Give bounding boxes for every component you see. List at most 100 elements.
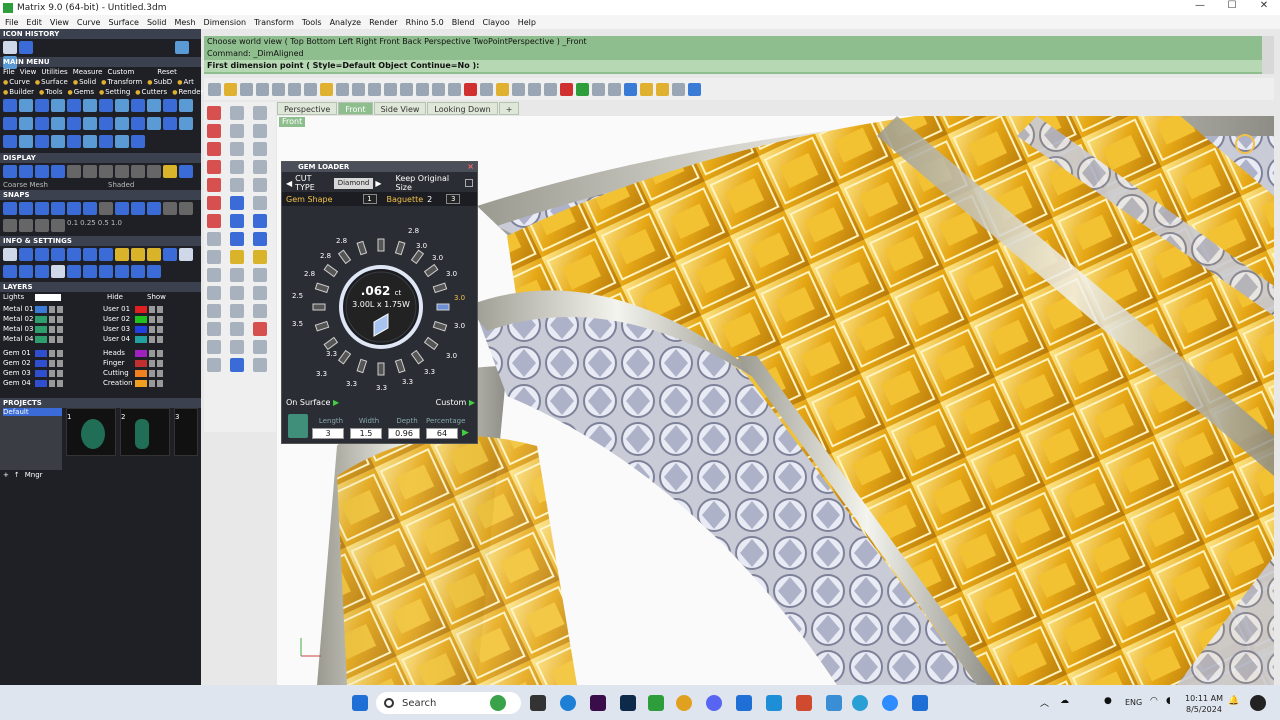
discord-icon[interactable]	[706, 695, 722, 711]
cat-tools[interactable]: Tools	[39, 88, 62, 96]
add-tab-button[interactable]: +	[498, 102, 520, 115]
shape-num-b[interactable]: 3	[446, 194, 461, 204]
tool-icon[interactable]	[253, 196, 267, 210]
snap-icon[interactable]	[163, 202, 177, 215]
info-icon[interactable]	[35, 248, 49, 261]
tool-icon[interactable]	[640, 82, 653, 96]
menu-blend[interactable]: Blend	[452, 18, 475, 27]
menu-clayoo[interactable]: Clayoo	[482, 18, 509, 27]
sphere-icon[interactable]	[608, 82, 621, 96]
tool-icon[interactable]	[207, 142, 221, 156]
dial-tick[interactable]	[314, 320, 330, 332]
layer-visible-icon[interactable]	[157, 315, 163, 323]
tool-icon[interactable]	[464, 82, 477, 96]
next-icon[interactable]: ▶	[375, 179, 381, 188]
layer-lock-icon[interactable]	[49, 305, 55, 313]
layer-visible-icon[interactable]	[57, 379, 63, 387]
dial-label[interactable]: 3.3	[402, 378, 413, 386]
snap-icon[interactable]	[3, 219, 17, 232]
dial-tick[interactable]	[394, 358, 406, 374]
windows-start-icon[interactable]	[352, 695, 368, 711]
tool-icon[interactable]	[99, 135, 113, 148]
dial-label[interactable]: 3.3	[424, 368, 435, 376]
info-icon[interactable]	[163, 248, 177, 261]
display-icon[interactable]	[3, 165, 17, 178]
layer-color[interactable]	[135, 335, 147, 343]
layer-visible-icon[interactable]	[157, 305, 163, 313]
layer-lock-icon[interactable]	[149, 335, 155, 343]
sphere-icon[interactable]	[592, 82, 605, 96]
zoom-extents-icon[interactable]	[416, 82, 429, 96]
chrome-icon[interactable]	[676, 695, 692, 711]
tool-icon[interactable]	[3, 117, 17, 130]
tool-icon[interactable]	[230, 358, 244, 372]
viewport-label[interactable]: Front	[279, 117, 306, 127]
tool-icon[interactable]	[163, 117, 177, 130]
info-icon[interactable]	[131, 248, 145, 261]
tab-looking-down[interactable]: Looking Down	[427, 102, 498, 115]
info-icon[interactable]	[83, 248, 97, 261]
layer-color[interactable]	[135, 359, 147, 367]
layer-color[interactable]	[35, 305, 47, 313]
app-icon[interactable]	[912, 695, 928, 711]
tool-icon[interactable]	[207, 322, 221, 336]
project-default[interactable]: Default	[3, 408, 62, 416]
tool-icon[interactable]	[253, 268, 267, 282]
dial-tick[interactable]	[410, 249, 425, 265]
tab-side-view[interactable]: Side View	[373, 102, 427, 115]
cat-gems[interactable]: Gems	[68, 88, 94, 96]
tool-icon[interactable]	[51, 135, 65, 148]
tool-icon[interactable]	[19, 117, 33, 130]
clock[interactable]: 10:11 AM 8/5/2024	[1185, 693, 1223, 715]
text-icon[interactable]	[230, 304, 244, 318]
layer-visible-icon[interactable]	[57, 335, 63, 343]
menu-surface[interactable]: Surface	[108, 18, 138, 27]
cat-builder[interactable]: Builder	[3, 88, 34, 96]
tool-icon[interactable]	[230, 268, 244, 282]
zoom-window-icon[interactable]	[400, 82, 413, 96]
menu-help[interactable]: Help	[518, 18, 536, 27]
menu-mesh[interactable]: Mesh	[174, 18, 195, 27]
cat-setting[interactable]: Setting	[99, 88, 130, 96]
info-icon[interactable]	[99, 248, 113, 261]
clipboard-icon[interactable]	[320, 82, 333, 96]
tool-icon[interactable]	[19, 99, 33, 112]
snap-icon[interactable]	[19, 219, 33, 232]
layer-lock-icon[interactable]	[49, 335, 55, 343]
command-scrollbar[interactable]	[1262, 36, 1274, 74]
tool-icon[interactable]	[253, 250, 267, 264]
cloud-icon[interactable]: ☁	[1060, 696, 1069, 706]
prev-icon[interactable]: ◀	[286, 179, 292, 188]
dial-label[interactable]: 3.0	[454, 322, 465, 330]
tool-icon[interactable]	[147, 99, 161, 112]
layer-visible-icon[interactable]	[57, 325, 63, 333]
volume-icon[interactable]: ◖	[1166, 696, 1171, 706]
tool-icon[interactable]	[207, 196, 221, 210]
display-icon[interactable]	[67, 165, 81, 178]
curve-icon[interactable]	[230, 160, 244, 174]
layer-visible-icon[interactable]	[157, 349, 163, 357]
tool-icon[interactable]	[99, 117, 113, 130]
snap-icon[interactable]	[115, 202, 129, 215]
layer-row[interactable]: Gem 03	[0, 368, 100, 378]
project-thumb[interactable]: 2	[120, 408, 170, 456]
layer-row[interactable]: Gem 01	[0, 348, 100, 358]
tool-icon[interactable]	[207, 250, 221, 264]
tool-icon[interactable]	[253, 340, 267, 354]
cut-type-value[interactable]: Diamond	[333, 177, 374, 189]
layer-row[interactable]: Metal 02	[0, 314, 100, 324]
layer-row[interactable]: Heads	[100, 348, 200, 358]
menu-curve[interactable]: Curve	[77, 18, 101, 27]
tool-icon[interactable]	[3, 99, 17, 112]
layer-row[interactable]: Creation	[100, 378, 200, 388]
solid-icon[interactable]	[230, 214, 244, 228]
copy-icon[interactable]	[272, 82, 285, 96]
cat-render[interactable]: Render	[172, 88, 203, 96]
layer-color[interactable]	[135, 305, 147, 313]
photoshop-icon[interactable]	[620, 695, 636, 711]
info-icon[interactable]	[19, 248, 33, 261]
dial-tick[interactable]	[432, 320, 448, 332]
snap-icon[interactable]	[131, 202, 145, 215]
dial-label[interactable]: 3.0	[416, 242, 427, 250]
gear-icon[interactable]	[656, 82, 669, 96]
